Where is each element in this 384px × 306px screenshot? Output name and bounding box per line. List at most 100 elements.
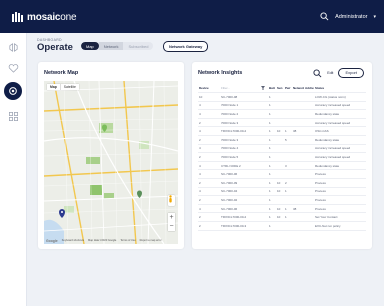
view-toggle: Map Network Subscribed bbox=[81, 42, 154, 50]
zoom-in-button[interactable]: + bbox=[168, 213, 175, 222]
search-icon[interactable] bbox=[313, 68, 322, 78]
nav-network-icon[interactable] bbox=[6, 40, 20, 54]
table-cell: 4 bbox=[198, 204, 220, 214]
network-map-card: Network Map Map Satellite + − Google Key… bbox=[38, 62, 184, 249]
col-sen[interactable]: Sen bbox=[276, 84, 284, 93]
table-cell: Accuracy increased speed bbox=[314, 152, 366, 162]
map-type-satellite[interactable]: Satellite bbox=[61, 84, 79, 90]
table-cell bbox=[292, 118, 304, 128]
table-cell bbox=[276, 109, 284, 119]
table-row[interactable]: 2 7000 Node 3 1 5 Redundancy state bbox=[198, 135, 366, 145]
table-cell bbox=[260, 101, 268, 111]
table-cell: SC-7000-02 bbox=[220, 195, 260, 205]
table-cell: 1 bbox=[268, 101, 276, 111]
table-cell: 1 bbox=[268, 178, 276, 188]
map-footer-terms[interactable]: Terms of Use bbox=[120, 239, 135, 243]
zoom-out-button[interactable]: − bbox=[168, 222, 175, 231]
table-cell: 7000 Node 3 bbox=[220, 135, 260, 145]
map-footer-shortcuts[interactable]: Keyboard shortcuts bbox=[62, 239, 84, 243]
table-cell: 4 bbox=[198, 144, 220, 154]
table-cell bbox=[260, 178, 268, 188]
table-cell: 1 bbox=[268, 118, 276, 128]
table-cell: Redundancy state bbox=[314, 109, 366, 119]
table-cell: 1 bbox=[268, 92, 276, 102]
filter-icon[interactable] bbox=[260, 84, 268, 93]
tab-subscribed[interactable]: Subscribed bbox=[123, 42, 153, 50]
table-cell bbox=[292, 92, 304, 102]
table-cell bbox=[284, 195, 292, 205]
table-cell bbox=[260, 135, 268, 145]
table-cell: Process bbox=[314, 195, 366, 205]
table-cell: 1 bbox=[268, 204, 276, 214]
col-pwr[interactable]: Pwr bbox=[284, 84, 292, 93]
table-cell: 1 bbox=[284, 204, 292, 214]
table-cell bbox=[304, 221, 314, 231]
table-cell: TRIXICL7000-00-2 bbox=[220, 126, 260, 136]
table-cell bbox=[276, 169, 284, 179]
tab-map[interactable]: Map bbox=[81, 42, 99, 50]
chevron-down-icon[interactable]: ▾ bbox=[373, 14, 376, 20]
table-cell: SC-7000-09 bbox=[220, 178, 260, 188]
table-row[interactable]: 4 TRIXICL7000-00-2 1 10 1 38 OSC-CAS bbox=[198, 126, 366, 136]
table-row[interactable]: 2 7000 Node 3 1 Accuracy increased speed bbox=[198, 118, 366, 128]
user-menu[interactable]: Administrator bbox=[335, 14, 367, 20]
nav-favorites-icon[interactable] bbox=[6, 61, 20, 75]
table-row[interactable]: 4 SC-7000-06 1 Process bbox=[198, 169, 366, 179]
table-cell: 2 bbox=[198, 152, 220, 162]
export-button[interactable]: Export bbox=[338, 68, 364, 78]
table-cell: CTRL NODE 2 bbox=[220, 161, 260, 171]
table-cell bbox=[292, 161, 304, 171]
nav-apps-icon[interactable] bbox=[6, 109, 20, 123]
table-row[interactable]: 4 CTRL NODE 2 1 3 Redundancy state bbox=[198, 161, 366, 171]
nav-operate-icon[interactable] bbox=[4, 82, 22, 100]
table-cell bbox=[276, 118, 284, 128]
brand-logo[interactable]: mosaic one bbox=[12, 10, 77, 24]
table-row[interactable]: 2 7000 Node 5 1 Accuracy increased speed bbox=[198, 152, 366, 162]
table-row[interactable]: 2 SC-7000-02 1 Process bbox=[198, 195, 366, 205]
table-cell: 3 bbox=[284, 161, 292, 171]
table-cell bbox=[260, 118, 268, 128]
edit-link[interactable]: Edit bbox=[327, 71, 333, 75]
zoom-control: + − bbox=[168, 213, 175, 231]
table-row[interactable]: 2 TRIXICL7000-00-3 1 EXC-Net run policy bbox=[198, 221, 366, 231]
search-icon[interactable] bbox=[320, 12, 329, 21]
table-cell bbox=[292, 178, 304, 188]
table-row[interactable]: 4 7000 Node 4 1 Accuracy increased speed bbox=[198, 144, 366, 154]
table-cell bbox=[284, 144, 292, 154]
table-cell: Accuracy increased speed bbox=[314, 118, 366, 128]
filter-input[interactable]: Filter... bbox=[220, 84, 260, 93]
col-network[interactable]: Network bbox=[292, 84, 304, 93]
table-cell bbox=[260, 212, 268, 222]
table-cell: 38 bbox=[292, 126, 304, 136]
table-row[interactable]: 2 SC-7000-09 1 10 2 Process bbox=[198, 178, 366, 188]
col-device[interactable]: Device bbox=[198, 84, 220, 93]
table-cell bbox=[304, 195, 314, 205]
table-cell: 7000 Node 3 bbox=[220, 118, 260, 128]
table-cell: Process bbox=[314, 204, 366, 214]
table-cell: Accuracy increased speed bbox=[314, 101, 366, 111]
col-status[interactable]: Status bbox=[314, 84, 366, 93]
tab-network[interactable]: Network bbox=[98, 42, 124, 50]
table-cell bbox=[276, 221, 284, 231]
table-cell bbox=[284, 221, 292, 231]
table-row[interactable]: 2 TRIXICL7000-00-2 1 10 1 Set Your Contact bbox=[198, 212, 366, 222]
table-row[interactable]: 4 7000 Node 2 1 Redundancy state bbox=[198, 109, 366, 119]
table-header-row: Device Filter... Batt Sen Pwr Network Ad… bbox=[198, 84, 366, 93]
col-batt[interactable]: Batt bbox=[268, 84, 276, 93]
map-footer-report[interactable]: Report a map error bbox=[140, 239, 162, 243]
table-row[interactable]: 4 SC-7000-06 1 10 1 38 Process bbox=[198, 204, 366, 214]
table-cell bbox=[292, 169, 304, 179]
table-cell bbox=[292, 135, 304, 145]
map-type-map[interactable]: Map bbox=[47, 84, 61, 90]
network-gateway-button[interactable]: Network Gateway bbox=[163, 41, 209, 52]
map-view[interactable]: Map Satellite + − Google Keyboard shortc… bbox=[44, 81, 178, 244]
table-row[interactable]: 4 7000 Node 1 1 Accuracy increased speed bbox=[198, 101, 366, 111]
street-view-pegman-icon[interactable] bbox=[168, 195, 175, 206]
table-cell: 1 bbox=[268, 221, 276, 231]
table-cell bbox=[260, 221, 268, 231]
table-row[interactable]: 10 SC-7000-08 1 LOW-CG (status norm) bbox=[198, 92, 366, 102]
table-cell: 1 bbox=[268, 126, 276, 136]
table-row[interactable]: 4 SC-7000-04 1 10 1 Process bbox=[198, 187, 366, 197]
col-address[interactable]: Address bbox=[304, 84, 314, 93]
table-cell: 4 bbox=[198, 161, 220, 171]
